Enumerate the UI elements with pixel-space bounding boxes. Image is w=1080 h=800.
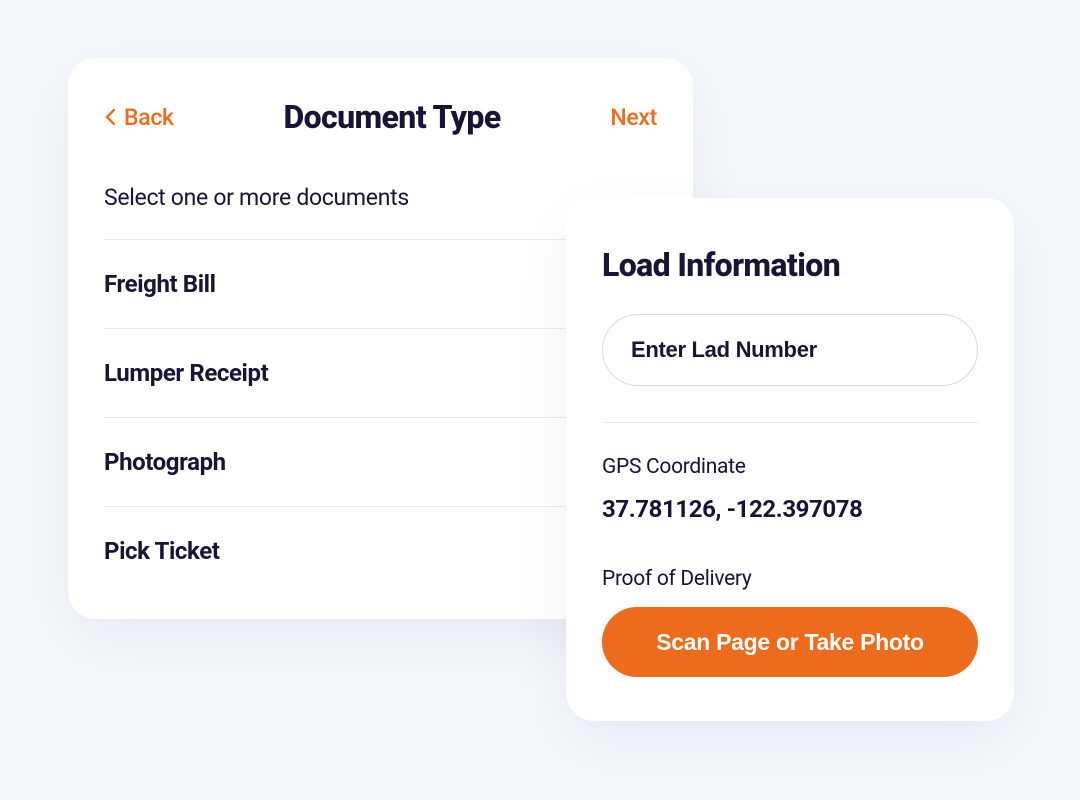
back-button[interactable]: Back	[104, 104, 174, 131]
load-information-card: Load Information GPS Coordinate 37.78112…	[566, 198, 1014, 721]
load-info-title: Load Information	[602, 246, 978, 284]
proof-of-delivery-label: Proof of Delivery	[602, 567, 978, 591]
page-title: Document Type	[283, 98, 500, 136]
gps-label: GPS Coordinate	[602, 455, 978, 479]
document-type-header: Back Document Type Next	[104, 98, 657, 136]
next-button[interactable]: Next	[610, 104, 657, 131]
back-label: Back	[124, 104, 174, 131]
gps-value: 37.781126, -122.397078	[602, 495, 978, 523]
divider	[602, 422, 978, 423]
scan-page-button[interactable]: Scan Page or Take Photo	[602, 607, 978, 677]
chevron-left-icon	[104, 108, 116, 126]
load-number-input[interactable]	[602, 314, 978, 386]
